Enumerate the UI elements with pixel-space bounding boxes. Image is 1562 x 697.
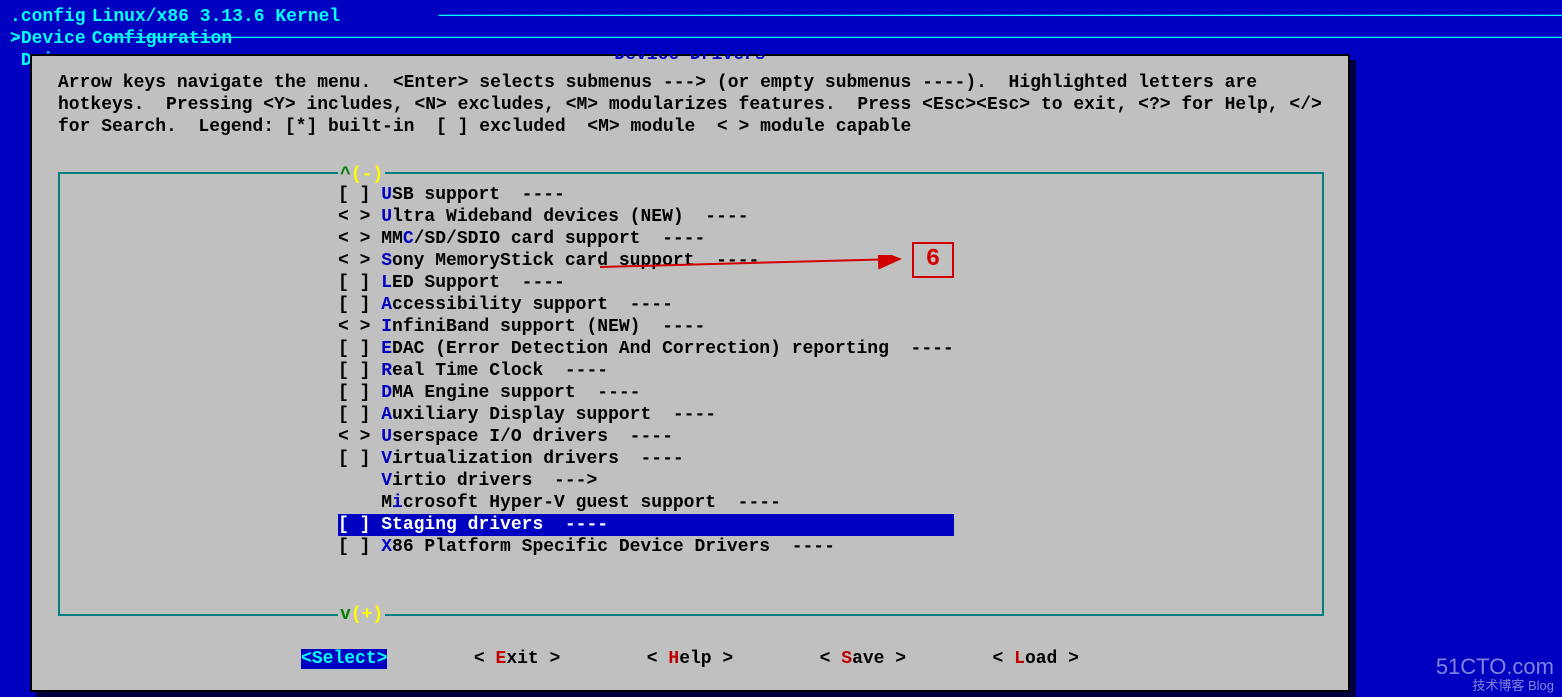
menu-item-label: 86 Platform Specific Device Drivers ----	[392, 537, 835, 557]
menu-item[interactable]: [ ] Accessibility support ----	[338, 294, 954, 316]
menu-item-prefix: [ ]	[338, 383, 381, 403]
watermark: 51CTO.com 技术博客 Blog	[1436, 655, 1554, 693]
menu-item-label: eal Time Clock ----	[392, 361, 608, 381]
button-label: ave	[852, 649, 895, 669]
menu-item-label: DAC (Error Detection And Correction) rep…	[392, 339, 954, 359]
menu-item[interactable]: [ ] Auxiliary Display support ----	[338, 404, 954, 426]
menu-item-hotkey: A	[381, 405, 392, 425]
button-label: elp	[679, 649, 722, 669]
menu-item[interactable]: [ ] LED Support ----	[338, 272, 954, 294]
menu-item-prefix: [ ]	[338, 273, 381, 293]
menu-item-label: uxiliary Display support ----	[392, 405, 716, 425]
menu-item-prefix: < >	[338, 317, 381, 337]
menu-item-prefix: < >	[338, 427, 381, 447]
menu-item[interactable]: [ ] Virtualization drivers ----	[338, 448, 954, 470]
menu-item-label: ony MemoryStick card support ----	[392, 251, 759, 271]
menu-item-prefix: [ ]	[338, 405, 381, 425]
menu-list: [ ] USB support ----< > Ultra Wideband d…	[338, 184, 954, 558]
menu-item-label: /SD/SDIO card support ----	[414, 229, 706, 249]
menu-item[interactable]: [ ] X86 Platform Specific Device Drivers…	[338, 536, 954, 558]
menu-item-label: SB support ----	[392, 185, 565, 205]
dialog-title: Device Drivers	[32, 44, 1348, 66]
button-label: elect	[323, 649, 377, 669]
menu-item-hotkey: I	[381, 317, 392, 337]
menu-item[interactable]: [ ] EDAC (Error Detection And Correction…	[338, 338, 954, 360]
menu-item-prefix: M	[338, 493, 392, 513]
button-label: oad	[1025, 649, 1068, 669]
menu-item[interactable]: [ ] Real Time Clock ----	[338, 360, 954, 382]
load-button[interactable]: < Load >	[993, 649, 1079, 669]
menu-item-label: taging drivers ----	[392, 515, 608, 535]
menu-item[interactable]: < > Ultra Wideband devices (NEW) ----	[338, 206, 954, 228]
menu-item-prefix: [ ]	[338, 537, 381, 557]
menu-item-label: irtio drivers --->	[392, 471, 597, 491]
menu-item-prefix	[338, 471, 381, 491]
button-hotkey: H	[668, 649, 679, 669]
menu-item-hotkey: U	[381, 207, 392, 227]
menu-item-hotkey: E	[381, 339, 392, 359]
menu-item-prefix: [ ]	[338, 295, 381, 315]
menu-item-hotkey: A	[381, 295, 392, 315]
menu-item-prefix: [ ]	[338, 339, 381, 359]
menu-item-hotkey: i	[392, 493, 403, 513]
button-hotkey: S	[841, 649, 852, 669]
watermark-line1: 51CTO.com	[1436, 655, 1554, 679]
scroll-down-indicator[interactable]: v(+)	[338, 604, 385, 626]
menu-item-hotkey: V	[381, 471, 392, 491]
menu-item-label: nfiniBand support (NEW) ----	[392, 317, 705, 337]
button-label: xit	[506, 649, 549, 669]
dialog-help-text: Arrow keys navigate the menu. <Enter> se…	[58, 72, 1326, 138]
menu-item-prefix: < >	[338, 251, 381, 271]
menu-box: ^(-) [ ] USB support ----< > Ultra Wideb…	[58, 172, 1324, 616]
menu-item[interactable]: [ ] Staging drivers ----	[338, 514, 954, 536]
menu-item-hotkey: L	[381, 273, 392, 293]
breadcrumb-prefix: >	[10, 28, 21, 72]
menu-item-prefix: [ ]	[338, 361, 381, 381]
menu-item-label: serspace I/O drivers ----	[392, 427, 673, 447]
menu-item-label: crosoft Hyper-V guest support ----	[403, 493, 781, 513]
scroll-up-indicator[interactable]: ^(-)	[338, 164, 385, 186]
menu-item[interactable]: < > Sony MemoryStick card support ----	[338, 250, 954, 272]
menu-item-hotkey: U	[381, 185, 392, 205]
exit-button[interactable]: < Exit >	[474, 649, 560, 669]
menu-item-label: irtualization drivers ----	[392, 449, 684, 469]
menu-item-hotkey: C	[403, 229, 414, 249]
dialog-box: Device Drivers Arrow keys navigate the m…	[30, 54, 1350, 692]
menu-item[interactable]: < > Userspace I/O drivers ----	[338, 426, 954, 448]
menu-item[interactable]: < > MMC/SD/SDIO card support ----	[338, 228, 954, 250]
menu-item[interactable]: Virtio drivers --->	[338, 470, 954, 492]
help-button[interactable]: < Help >	[647, 649, 733, 669]
menu-item-hotkey: S	[381, 515, 392, 535]
watermark-line2: 技术博客 Blog	[1436, 679, 1554, 693]
menu-item-hotkey: D	[381, 383, 392, 403]
terminal: .config - Linux/x86 3.13.6 Kernel Config…	[0, 0, 1562, 697]
menu-item[interactable]: Microsoft Hyper-V guest support ----	[338, 492, 954, 514]
button-hotkey: L	[1014, 649, 1025, 669]
save-button[interactable]: < Save >	[820, 649, 906, 669]
menu-item-prefix: < >	[338, 207, 381, 227]
menu-item-prefix: [ ]	[338, 515, 381, 535]
button-hotkey: S	[312, 649, 323, 669]
select-button[interactable]: <Select>	[301, 649, 387, 669]
menu-item-prefix: [ ]	[338, 185, 381, 205]
button-hotkey: E	[496, 649, 507, 669]
menu-item-hotkey: S	[381, 251, 392, 271]
menu-item-label: ED Support ----	[392, 273, 565, 293]
menu-item-hotkey: U	[381, 427, 392, 447]
menu-item-hotkey: R	[381, 361, 392, 381]
menu-item-prefix: [ ]	[338, 449, 381, 469]
menu-item[interactable]: < > InfiniBand support (NEW) ----	[338, 316, 954, 338]
menu-item-label: ccessibility support ----	[392, 295, 673, 315]
menu-item-hotkey: V	[381, 449, 392, 469]
menu-item-hotkey: X	[381, 537, 392, 557]
menu-item-label: MA Engine support ----	[392, 383, 640, 403]
menu-item[interactable]: [ ] DMA Engine support ----	[338, 382, 954, 404]
menu-item-label: ltra Wideband devices (NEW) ----	[392, 207, 748, 227]
callout-number: 6	[912, 242, 954, 278]
menu-item[interactable]: [ ] USB support ----	[338, 184, 954, 206]
menu-item-prefix: < > MM	[338, 229, 403, 249]
button-bar: <Select> < Exit > < Help > < Save > < Lo…	[32, 648, 1348, 670]
